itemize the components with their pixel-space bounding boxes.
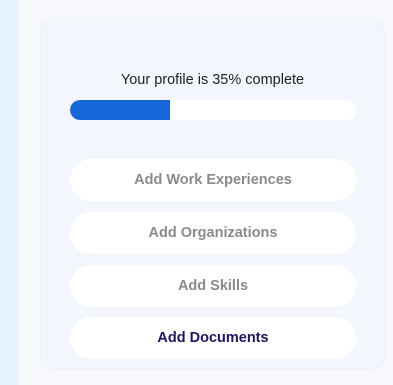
add-skills-button[interactable]: Add Skills (70, 265, 356, 307)
profile-completion-card: Your profile is 35% complete Add Work Ex… (41, 19, 384, 368)
profile-completion-title: Your profile is 35% complete (120, 72, 305, 88)
add-documents-button[interactable]: Add Documents (70, 317, 356, 359)
add-work-experiences-button[interactable]: Add Work Experiences (70, 159, 356, 201)
side-panel (0, 0, 18, 385)
profile-progress-fill (70, 100, 171, 120)
profile-progress-bar (70, 100, 356, 120)
add-organizations-button[interactable]: Add Organizations (70, 212, 356, 254)
